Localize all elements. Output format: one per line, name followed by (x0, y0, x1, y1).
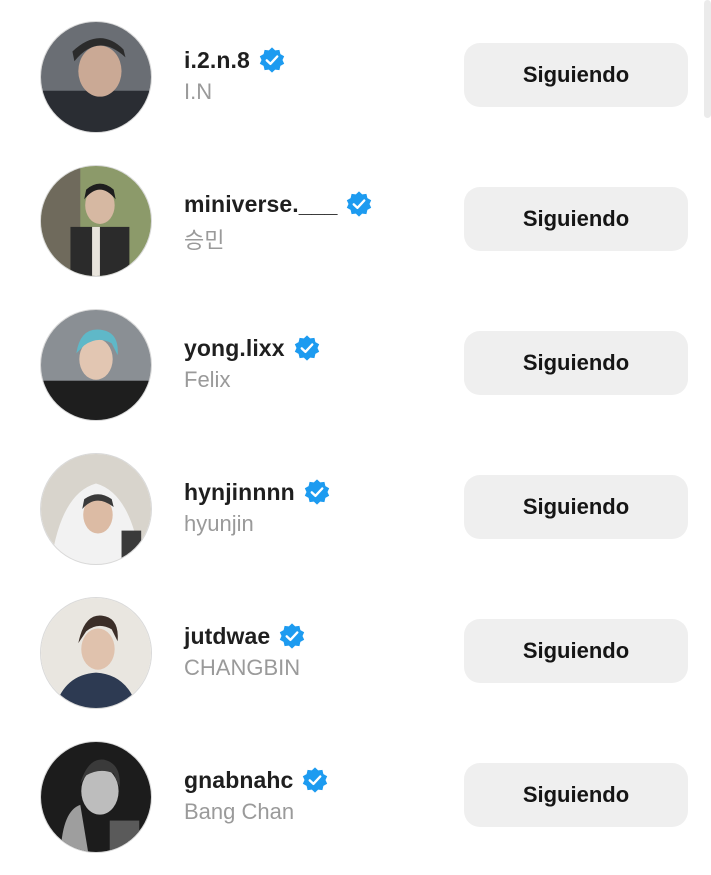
avatar-image (41, 742, 151, 852)
username[interactable]: i.2.n.8 (184, 47, 250, 74)
avatar[interactable] (40, 741, 152, 853)
avatar[interactable] (40, 453, 152, 565)
following-button[interactable]: Siguiendo (464, 187, 688, 251)
username[interactable]: gnabnahc (184, 767, 293, 794)
username[interactable]: hynjinnnn (184, 479, 295, 506)
list-item: gnabnahc Bang Chan Siguiendo (0, 741, 711, 853)
full-name: hyunjin (184, 511, 254, 536)
verified-badge-icon (259, 47, 285, 73)
verified-badge-icon (304, 479, 329, 505)
following-button[interactable]: Siguiendo (464, 331, 688, 395)
full-name: Bang Chan (184, 799, 295, 824)
list-item: yong.lixx Felix Siguiendo (0, 309, 711, 421)
avatar-image (41, 22, 151, 132)
avatar-image (41, 454, 151, 564)
username[interactable]: miniverse.___ (184, 191, 337, 218)
following-button[interactable]: Siguiendo (464, 763, 688, 827)
full-name: Felix (184, 367, 231, 392)
avatar-image (41, 166, 151, 276)
following-button[interactable]: Siguiendo (464, 43, 688, 107)
following-button[interactable]: Siguiendo (464, 619, 688, 683)
list-item: hynjinnnn hyunjin Siguiendo (0, 453, 711, 565)
avatar[interactable] (40, 21, 152, 133)
full-name: 승민 (184, 228, 225, 253)
list-item: i.2.n.8 I.N Siguiendo (0, 21, 711, 133)
full-name: CHANGBIN (184, 655, 301, 680)
username[interactable]: jutdwae (184, 623, 270, 650)
verified-badge-icon (347, 191, 372, 217)
avatar[interactable] (40, 597, 152, 709)
verified-badge-icon (280, 623, 305, 649)
list-item: miniverse.___ 승민 Siguiendo (0, 165, 711, 277)
avatar-image (41, 310, 151, 420)
avatar[interactable] (40, 165, 152, 277)
username[interactable]: yong.lixx (184, 335, 285, 362)
scrollbar[interactable] (704, 0, 711, 118)
avatar[interactable] (40, 309, 152, 421)
following-button[interactable]: Siguiendo (464, 475, 688, 539)
avatar-image (41, 598, 151, 708)
following-list: i.2.n.8 I.N Siguiendo miniverse.___ 승민 S… (0, 0, 711, 875)
verified-badge-icon (294, 335, 319, 361)
verified-badge-icon (303, 767, 328, 793)
full-name: I.N (184, 79, 213, 104)
list-item: jutdwae CHANGBIN Siguiendo (0, 597, 711, 709)
